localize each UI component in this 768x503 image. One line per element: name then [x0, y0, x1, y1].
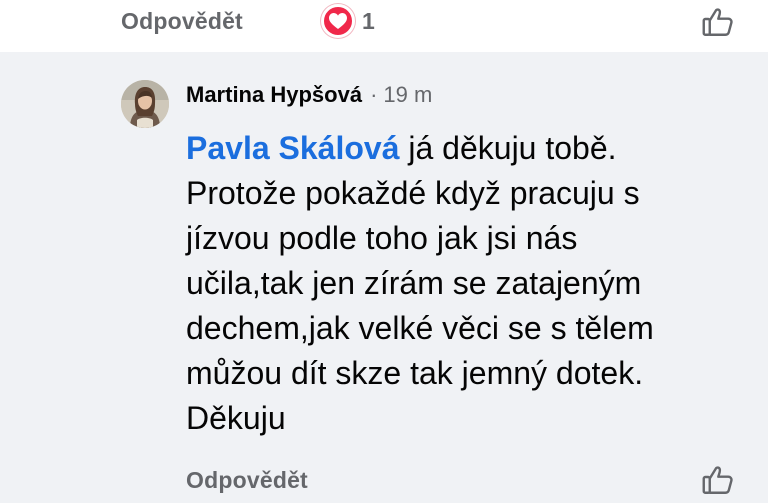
comment-header: Martina Hypšová · 19 m	[186, 82, 432, 108]
reply-button[interactable]: Odpovědět	[121, 8, 243, 35]
comment-text: Pavla Skálová já děkuju tobě. Protože po…	[186, 126, 746, 441]
reaction-count[interactable]: 1	[362, 8, 375, 35]
comment-line: já děkuju tobě.	[408, 130, 617, 166]
thumbs-up-icon[interactable]	[700, 462, 736, 498]
comment-line: Děkuju	[186, 400, 286, 436]
comment-line: Protože pokaždé když pracuju s	[186, 175, 640, 211]
reply-comment: Martina Hypšová · 19 m Pavla Skálová já dě…	[0, 52, 768, 503]
avatar[interactable]	[121, 80, 169, 128]
comment-line: učila,tak jen zírám se zatajeným	[186, 265, 642, 301]
comment-line: dechem,jak velké věci se s tělem	[186, 310, 654, 346]
comment-line: jízvou podle toho jak jsi nás	[186, 220, 578, 256]
author-name[interactable]: Martina Hypšová	[186, 82, 362, 107]
timestamp[interactable]: 19 m	[383, 82, 432, 107]
thumbs-up-icon[interactable]	[700, 4, 736, 40]
parent-comment-actions: Odpovědět 1	[0, 0, 768, 52]
heart-reaction-icon[interactable]	[321, 4, 355, 38]
separator-dot: ·	[370, 82, 378, 107]
mention-link[interactable]: Pavla Skálová	[186, 130, 399, 166]
comment-line: můžou dít skze tak jemný dotek.	[186, 355, 644, 391]
reply-button[interactable]: Odpovědět	[186, 467, 308, 494]
